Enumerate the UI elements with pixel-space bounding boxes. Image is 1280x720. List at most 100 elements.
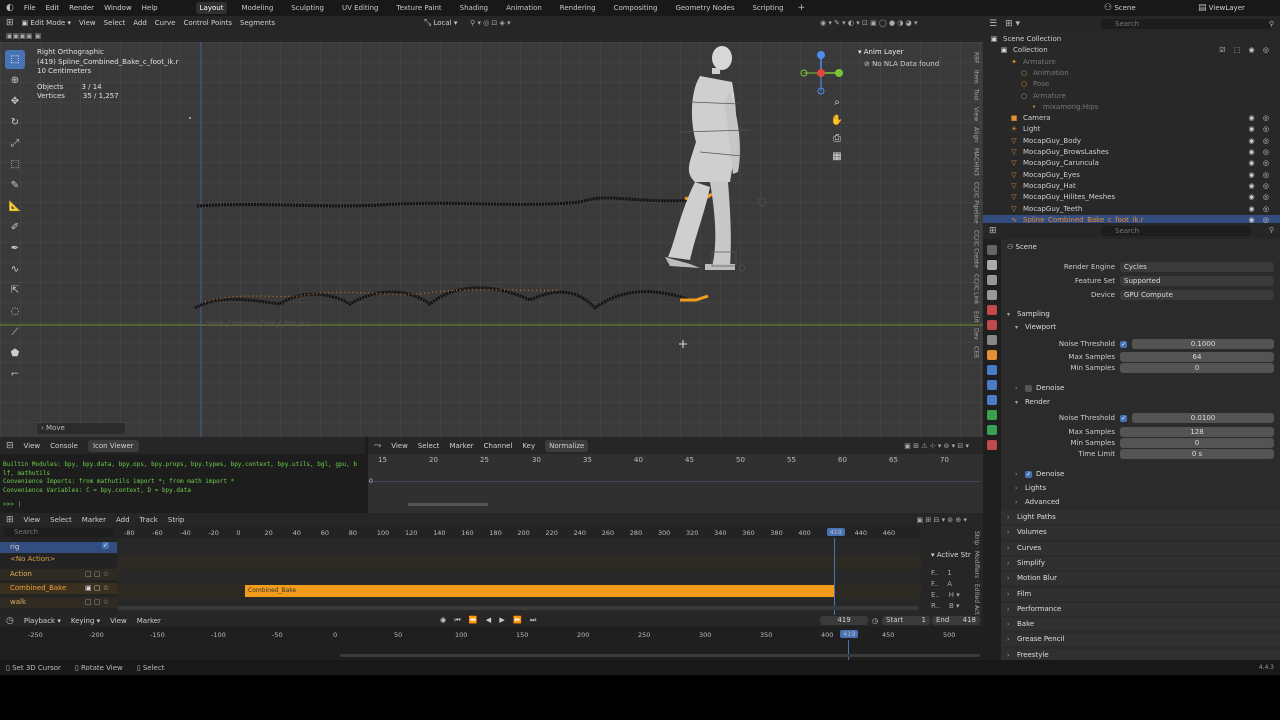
display-mode-icon[interactable]: ⊞ ▾ (1005, 19, 1020, 29)
nla-track-no-action[interactable]: <No Action> (0, 554, 117, 565)
outliner-row[interactable]: ■ Camera ◉ ◎ (983, 113, 1280, 124)
current-frame-field[interactable]: 419 (820, 616, 868, 625)
world-tab-icon[interactable] (987, 320, 997, 330)
material-tab-icon[interactable] (987, 440, 997, 450)
object-tab-icon[interactable] (987, 350, 997, 360)
sidebar-tab-view[interactable]: View (973, 107, 980, 121)
menu-help[interactable]: Help (142, 4, 158, 12)
randomize-tool-icon[interactable]: ⬟ (5, 344, 25, 363)
menu-window[interactable]: Window (104, 4, 132, 12)
extrude-tool-icon[interactable]: ⇱ (5, 281, 25, 300)
outliner-row[interactable]: ▣ Scene Collection (983, 34, 1280, 45)
scene-tab-icon[interactable] (987, 305, 997, 315)
advanced-subpanel[interactable]: › Advanced (1001, 496, 1280, 509)
modifier-tab-icon[interactable] (987, 365, 997, 375)
select-mode-icons[interactable]: ▣▣▣▣ ▣ (6, 32, 41, 40)
editor-type-icon[interactable]: ⊞ (989, 226, 997, 236)
properties-editor[interactable]: ⊞ Search ⚲ ⚇ Scene Render Engine Cycles … (983, 223, 1280, 662)
visibility-toggle-icons[interactable]: ◉ ◎ (1249, 113, 1272, 124)
tab-layout[interactable]: Layout (195, 2, 228, 14)
editor-type-icon[interactable]: ⊞ (6, 515, 14, 525)
timeline[interactable]: ◷ Playback ▾ Keying ▾ View Marker ◉ ⏮ ⏪ … (0, 615, 983, 660)
nla-side-tabs[interactable]: Strip · Modifiers · Edited Action (973, 531, 980, 624)
outliner-row[interactable]: • mixamorig:Hips (983, 102, 1280, 113)
output-tab-icon[interactable] (987, 275, 997, 285)
tab-scripting[interactable]: Scripting (748, 2, 787, 14)
perspective-grid-icon[interactable]: ▦ (830, 151, 844, 165)
r-max-samples-field[interactable]: 128 (1120, 427, 1274, 437)
data-tab-icon[interactable] (987, 425, 997, 435)
tool-tab-icon[interactable] (987, 245, 997, 255)
end-frame-field[interactable]: End 418 (932, 616, 980, 625)
lights-subpanel[interactable]: › Lights (1001, 482, 1280, 495)
console-prompt[interactable]: >>> | (3, 501, 21, 508)
shear-tool-icon[interactable]: ⌐ (5, 365, 25, 384)
start-frame-field[interactable]: Start 1 (882, 616, 930, 625)
sidebar-tab-rbf[interactable]: RBF (973, 52, 980, 64)
nla-menu-add[interactable]: Add (116, 516, 130, 524)
outliner-row[interactable]: ▽ MocapGuy_Caruncula ◉ ◎ (983, 158, 1280, 169)
scale-tool-icon[interactable]: ⤢ (5, 134, 25, 153)
tab-compositing[interactable]: Compositing (610, 2, 662, 14)
outliner-row[interactable]: ○ Animation (983, 68, 1280, 79)
properties-search-input[interactable]: Search (1101, 226, 1251, 236)
visibility-toggle-icons[interactable]: ☑ ⬚ ◉ ◎ (1219, 45, 1272, 56)
graph-menu-view[interactable]: View (391, 442, 408, 450)
outliner[interactable]: ☰ ⊞ ▾ Search ⚲ ▣ Scene Collection ▣ Collect… (983, 16, 1280, 226)
graph-menu-key[interactable]: Key (522, 442, 535, 450)
move-tool-icon[interactable]: ✥ (5, 92, 25, 111)
rotate-tool-icon[interactable]: ↻ (5, 113, 25, 132)
tab-sculpting[interactable]: Sculpting (287, 2, 328, 14)
viewport-menu-view[interactable]: View (79, 19, 96, 27)
nla-track-combined-bake[interactable]: Combined_Bake ▣ ▢ ☆ (0, 583, 117, 594)
editor-type-icon[interactable]: ◷ (6, 616, 14, 626)
r-denoise-subpanel[interactable]: › ✓ Denoise (1001, 468, 1280, 481)
nla-menu-select[interactable]: Select (50, 516, 72, 524)
graph-menu-select[interactable]: Select (418, 442, 440, 450)
visibility-toggle-icons[interactable]: ◉ ◎ (1249, 170, 1272, 181)
nla-track-walk[interactable]: walk □ ▢ ☆ (0, 597, 117, 608)
timeline-scrollbar[interactable] (340, 654, 980, 657)
visibility-toggle-icons[interactable]: ◉ ◎ (1249, 158, 1272, 169)
sidebar-tab-ceb[interactable]: CEB (973, 346, 980, 358)
view-layer-selector[interactable]: ▤ ViewLayer (1198, 3, 1245, 13)
sidebar-tab-dev[interactable]: Dev (973, 328, 980, 340)
active-strip-title[interactable]: ▾ Active Str (931, 551, 971, 559)
clock-icon[interactable]: ◷ (872, 617, 878, 625)
timeline-menu-marker[interactable]: Marker (137, 617, 161, 625)
graph-menu-marker[interactable]: Marker (449, 442, 473, 450)
mode-selector[interactable]: ▣ Edit Mode ▾ (22, 19, 71, 27)
menu-edit[interactable]: Edit (46, 4, 60, 12)
graph-editor[interactable]: ⤳ View Select Marker Channel Key Normali… (368, 437, 983, 513)
sidebar-tab-cc-pipeline[interactable]: CC/iC Pipeline (973, 182, 980, 224)
cursor-tool-icon[interactable]: ⊕ (5, 71, 25, 90)
tab-animation[interactable]: Animation (502, 2, 546, 14)
vp-max-samples-field[interactable]: 64 (1120, 352, 1274, 362)
zoom-icon[interactable]: ⌕ (830, 97, 844, 111)
curve-tool-icon[interactable]: ∿ (5, 260, 25, 279)
properties-section[interactable]: › Performance (1001, 602, 1280, 616)
outliner-row[interactable]: ▽ MocapGuy_BrowsLashes ◉ ◎ (983, 147, 1280, 158)
nla-track-rig[interactable]: rig ✓ (0, 542, 117, 553)
normalize-toggle[interactable]: Normalize (545, 439, 589, 452)
snap-icons[interactable]: ⚲ ▾ ◎ ⊡ ◈ ▾ (470, 19, 511, 27)
outliner-row[interactable]: ▽ MocapGuy_Body ◉ ◎ (983, 136, 1280, 147)
outliner-row[interactable]: ▽ MocapGuy_Hat ◉ ◎ (983, 181, 1280, 192)
outliner-row[interactable]: ○ Armature (983, 91, 1280, 102)
console-menu-console[interactable]: Console (50, 442, 78, 450)
editor-type-icon[interactable]: ☰ (989, 19, 997, 29)
anim-layer-title[interactable]: ▾ Anim Layer (858, 46, 970, 58)
nla-menu-marker[interactable]: Marker (82, 516, 106, 524)
properties-section[interactable]: › Film (1001, 587, 1280, 601)
device-select[interactable]: GPU Compute (1120, 290, 1274, 300)
select-box-tool-icon[interactable]: ⬚ (5, 50, 25, 69)
render-engine-select[interactable]: Cycles (1120, 262, 1274, 272)
properties-section[interactable]: › Grease Pencil (1001, 633, 1280, 647)
properties-section[interactable]: › Curves (1001, 541, 1280, 555)
camera-view-icon[interactable]: ⎙ (830, 133, 844, 147)
viewport-menu-segments[interactable]: Segments (240, 19, 275, 27)
properties-section[interactable]: › Simplify (1001, 556, 1280, 570)
outliner-row[interactable]: ☀ Light ◉ ◎ (983, 124, 1280, 135)
icon-viewer-button[interactable]: Icon Viewer (87, 439, 139, 452)
radius-tool-icon[interactable]: ◌ (5, 302, 25, 321)
